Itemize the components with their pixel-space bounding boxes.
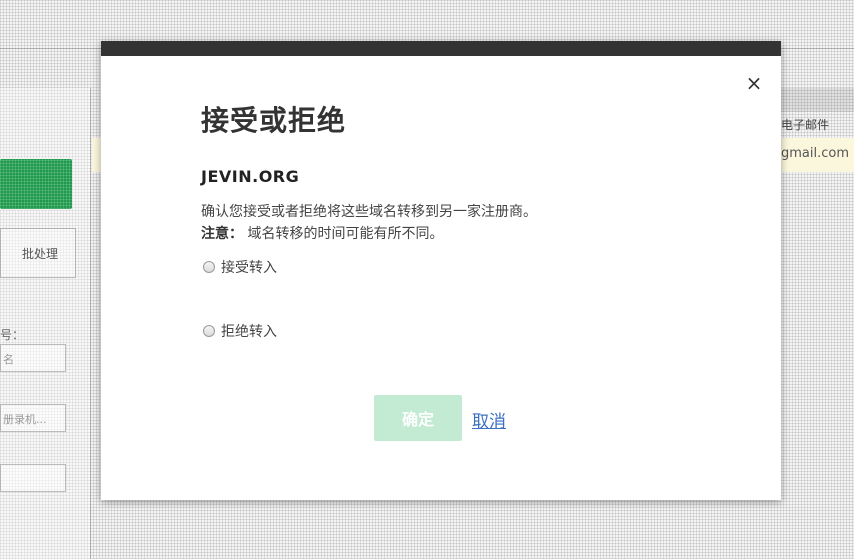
- background-email-text: gmail.com: [781, 146, 850, 161]
- confirm-button[interactable]: 确定: [374, 395, 462, 441]
- background-input: [0, 464, 66, 492]
- background-batch-button: 批处理: [0, 228, 76, 278]
- reject-transfer-radio[interactable]: [203, 325, 215, 337]
- background-table-header-text: 电子邮件: [781, 118, 830, 132]
- reject-transfer-label: 拒绝转入: [221, 324, 277, 340]
- dialog-top-bar: [101, 41, 781, 56]
- background-table-header: [781, 88, 854, 112]
- note-label: 注意：: [201, 226, 243, 242]
- accept-reject-dialog: × 接受或拒绝 JEVIN.ORG 确认您接受或者拒绝将这些域名转移到另一家注册…: [101, 41, 781, 500]
- note-text: 域名转移的时间可能有所不同。: [243, 226, 444, 242]
- dialog-title: 接受或拒绝: [201, 104, 347, 137]
- close-icon[interactable]: ×: [744, 73, 764, 93]
- domain-name: JEVIN.ORG: [201, 167, 300, 186]
- dialog-note: 注意： 域名转移的时间可能有所不同。: [201, 223, 443, 243]
- background-sidebar-border: [90, 88, 91, 559]
- background-input: 名: [0, 344, 66, 372]
- background-field-label: 号：: [0, 328, 25, 342]
- dialog-description: 确认您接受或者拒绝将这些域名转移到另一家注册商。: [201, 204, 537, 220]
- background-batch-button-label: 批处理: [21, 246, 58, 261]
- accept-transfer-label: 接受转入: [221, 260, 277, 276]
- background-input: 册录机...: [0, 404, 66, 432]
- reject-transfer-option[interactable]: 拒绝转入: [203, 321, 277, 341]
- background-primary-button: [0, 159, 72, 209]
- accept-transfer-option[interactable]: 接受转入: [203, 257, 277, 277]
- cancel-link[interactable]: 取消: [472, 407, 506, 432]
- accept-transfer-radio[interactable]: [203, 261, 215, 273]
